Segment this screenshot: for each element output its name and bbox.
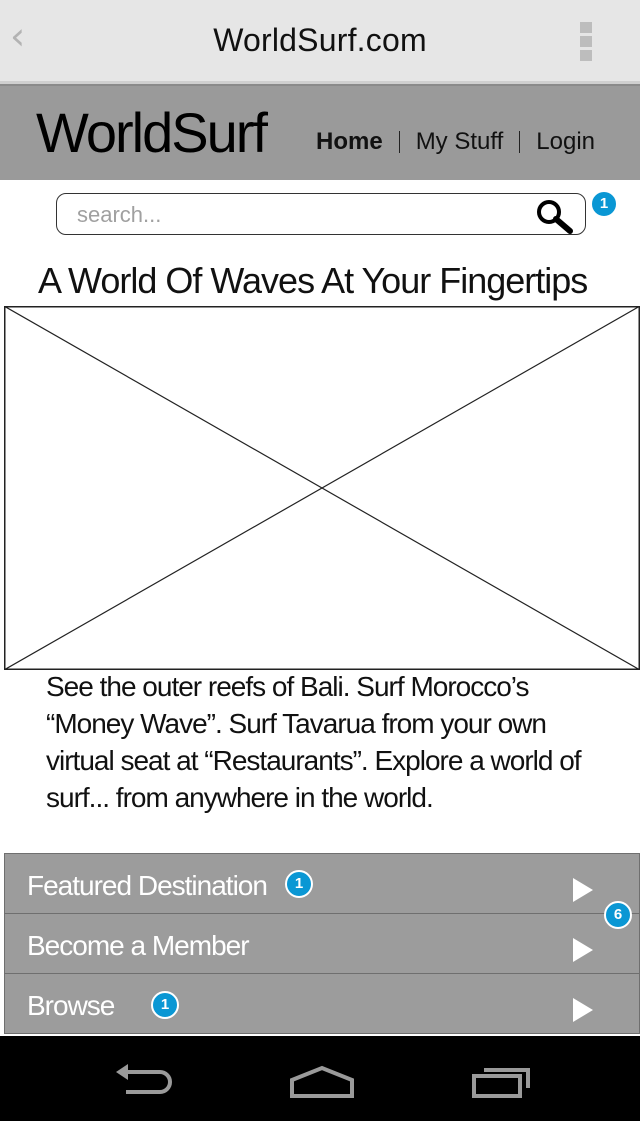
menu-item-label: Featured Destination [27, 870, 268, 901]
page: ‹ WorldSurf.com WorldSurf Home My Stuff … [0, 0, 640, 1121]
browser-bar: ‹ WorldSurf.com [0, 0, 640, 84]
chevron-right-icon [573, 938, 593, 962]
browser-title: WorldSurf.com [213, 22, 427, 58]
menu-item-featured-destination[interactable]: Featured Destination 1 [4, 853, 640, 913]
search-icon[interactable] [534, 198, 574, 234]
intro-paragraph: See the outer reefs of Bali. Surf Morocc… [46, 671, 582, 813]
android-nav-bar [0, 1036, 640, 1121]
site-logo[interactable]: WorldSurf [36, 100, 268, 165]
chevron-right-icon [573, 878, 593, 902]
search-box [56, 193, 586, 235]
browse-annotation-badge: 1 [151, 991, 179, 1019]
home-icon[interactable] [288, 1064, 356, 1100]
nav-login-link[interactable]: Login [536, 128, 595, 156]
menu-item-browse[interactable]: Browse 1 [4, 973, 640, 1034]
nav-home-link[interactable]: Home [316, 128, 383, 156]
nav-divider [519, 131, 521, 153]
site-header: WorldSurf Home My Stuff Login [0, 84, 640, 180]
menu-item-label: Become a Member [27, 930, 250, 961]
menu-group-annotation-badge: 6 [604, 901, 632, 929]
overflow-menu-icon[interactable] [580, 22, 594, 62]
search-input[interactable] [75, 200, 519, 230]
search-annotation-badge: 1 [590, 190, 618, 218]
page-headline: A World Of Waves At Your Fingertips [38, 260, 588, 301]
hero-image-placeholder [4, 306, 640, 670]
menu-list: Featured Destination 1 Become a Member B… [4, 853, 640, 1036]
chevron-right-icon [573, 998, 593, 1022]
nav-divider [398, 131, 400, 153]
recent-apps-icon[interactable] [470, 1062, 534, 1100]
featured-annotation-badge: 1 [285, 870, 313, 898]
menu-item-label: Browse [27, 990, 115, 1021]
menu-item-become-member[interactable]: Become a Member [4, 913, 640, 973]
main-nav: Home My Stuff Login [316, 128, 595, 156]
back-icon[interactable] [112, 1062, 176, 1098]
nav-my-stuff-link[interactable]: My Stuff [416, 128, 504, 156]
